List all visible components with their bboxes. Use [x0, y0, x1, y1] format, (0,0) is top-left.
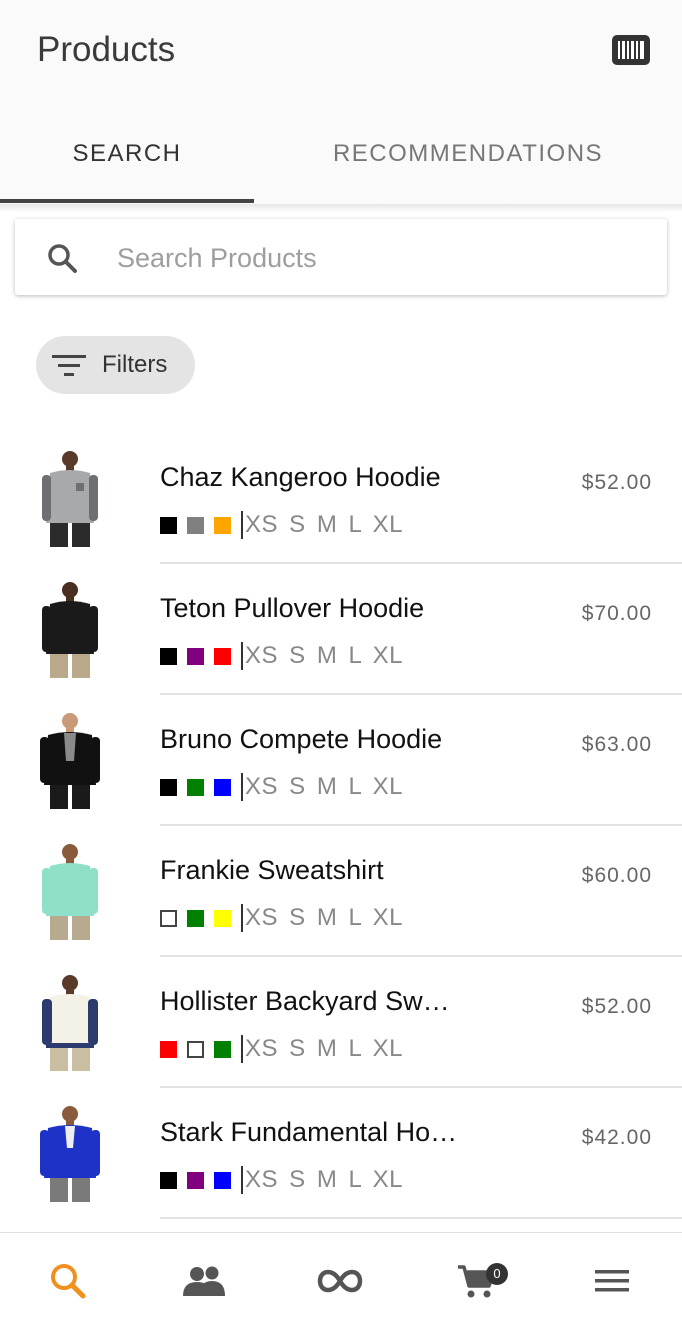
product-row[interactable]: Stark Fundamental Ho… $42.00 XS S M L XL — [0, 1088, 682, 1219]
color-swatch — [160, 1171, 177, 1189]
row-divider — [160, 1217, 682, 1219]
page-title: Products — [37, 30, 176, 69]
color-swatch — [160, 647, 177, 665]
nav-cart[interactable]: 0 — [408, 1233, 544, 1329]
product-sizes: XS S M L XL — [241, 511, 403, 539]
color-swatch — [187, 778, 204, 796]
color-swatch — [214, 778, 231, 796]
tab-recommendations[interactable]: RECOMMENDATIONS — [254, 104, 682, 204]
bottom-navigation: 0 — [0, 1232, 682, 1329]
product-price: $60.00 — [581, 864, 652, 887]
product-options: XS S M L XL — [160, 1035, 403, 1063]
cart-count-badge: 0 — [486, 1263, 508, 1285]
product-sizes: XS S M L XL — [241, 904, 403, 932]
color-swatch — [187, 516, 204, 534]
filters-label: Filters — [102, 351, 168, 378]
color-swatch — [214, 1040, 231, 1058]
product-price: $52.00 — [581, 995, 652, 1018]
tab-search[interactable]: SEARCH — [0, 104, 254, 204]
product-name: Bruno Compete Hoodie — [160, 724, 443, 754]
color-swatch — [160, 516, 177, 534]
product-sizes: XS S M L XL — [241, 642, 403, 670]
product-sizes: XS S M L XL — [241, 1035, 403, 1063]
product-list: Chaz Kangeroo Hoodie $52.00 XS S M L XL … — [0, 433, 682, 1219]
color-swatch — [187, 909, 204, 927]
product-price: $52.00 — [581, 471, 652, 494]
color-swatch — [214, 516, 231, 534]
product-row[interactable]: Chaz Kangeroo Hoodie $52.00 XS S M L XL — [0, 433, 682, 564]
nav-loop[interactable] — [272, 1233, 408, 1329]
product-options: XS S M L XL — [160, 511, 403, 539]
product-row[interactable]: Bruno Compete Hoodie $63.00 XS S M L XL — [0, 695, 682, 826]
search-input[interactable] — [115, 233, 649, 283]
product-options: XS S M L XL — [160, 904, 403, 932]
product-image — [42, 975, 98, 1071]
product-row[interactable]: Frankie Sweatshirt $60.00 XS S M L XL — [0, 826, 682, 957]
people-icon — [183, 1266, 225, 1296]
product-options: XS S M L XL — [160, 1166, 403, 1194]
barcode-scan-icon[interactable] — [612, 35, 650, 65]
app-bar: Products — [0, 0, 682, 104]
nav-search[interactable] — [0, 1233, 136, 1329]
nav-menu[interactable] — [544, 1233, 680, 1329]
product-image — [40, 1106, 100, 1202]
color-swatch — [160, 1040, 177, 1058]
menu-icon — [595, 1270, 629, 1292]
product-image — [42, 844, 98, 940]
color-swatch — [214, 1171, 231, 1189]
color-swatch — [160, 909, 177, 927]
color-swatch — [187, 647, 204, 665]
product-price: $70.00 — [581, 602, 652, 625]
product-price: $63.00 — [581, 733, 652, 756]
search-icon — [51, 1264, 86, 1299]
search-icon — [48, 244, 77, 273]
color-swatch — [160, 778, 177, 796]
color-swatch — [187, 1171, 204, 1189]
search-bar — [15, 219, 667, 295]
product-image — [40, 713, 100, 809]
tab-bar: SEARCH RECOMMENDATIONS — [0, 104, 682, 205]
color-swatch — [214, 909, 231, 927]
tab-bar-shadow — [0, 204, 682, 212]
product-row[interactable]: Teton Pullover Hoodie $70.00 XS S M L XL — [0, 564, 682, 695]
product-name: Stark Fundamental Ho… — [160, 1117, 458, 1147]
filters-button[interactable]: Filters — [36, 336, 195, 394]
product-image — [42, 582, 98, 678]
product-row[interactable]: Hollister Backyard Sw… $52.00 XS S M L X… — [0, 957, 682, 1088]
product-options: XS S M L XL — [160, 773, 403, 801]
nav-customers[interactable] — [136, 1233, 272, 1329]
product-price: $42.00 — [581, 1126, 652, 1149]
product-name: Teton Pullover Hoodie — [160, 593, 425, 623]
product-options: XS S M L XL — [160, 642, 403, 670]
product-name: Chaz Kangeroo Hoodie — [160, 462, 441, 492]
tab-indicator — [0, 199, 254, 203]
infinity-icon — [317, 1269, 363, 1293]
filter-icon — [52, 355, 86, 376]
product-name: Hollister Backyard Sw… — [160, 986, 450, 1016]
product-image — [42, 451, 98, 547]
product-sizes: XS S M L XL — [241, 1166, 403, 1194]
product-sizes: XS S M L XL — [241, 773, 403, 801]
product-name: Frankie Sweatshirt — [160, 855, 384, 885]
color-swatch — [214, 647, 231, 665]
color-swatch — [187, 1040, 204, 1058]
